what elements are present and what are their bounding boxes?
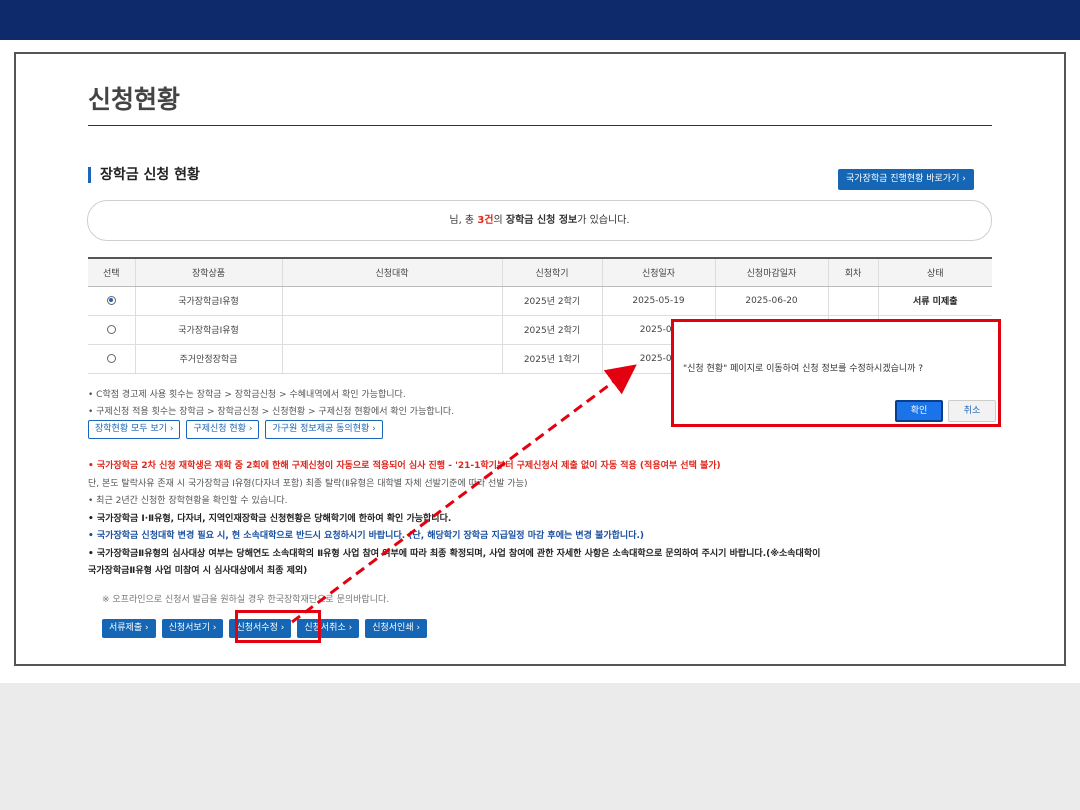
title-divider bbox=[88, 125, 992, 126]
confirm-dialog: "신청 현황" 페이지로 이동하여 신청 정보를 수정하시겠습니까 ? 확인 취… bbox=[671, 319, 1001, 427]
table-header-row: 선택 장학상품 신청대학 신청학기 신청일자 신청마감일자 회차 상태 bbox=[88, 257, 992, 287]
note-line: • 구제신청 적용 횟수는 장학금 > 장학금신청 > 신청현황 > 구제신청 … bbox=[88, 407, 455, 417]
cancel-button[interactable]: 취소 bbox=[948, 400, 996, 422]
table-header: 신청일자 bbox=[601, 257, 715, 287]
table-header: 장학상품 bbox=[134, 257, 282, 287]
note-line: • 국가장학금 2차 신청 재학생은 재학 중 2회에 한해 구제신청이 자동으… bbox=[88, 461, 721, 471]
cell-deadline: 2025-06-20 bbox=[714, 286, 828, 316]
link-buttons: 장학현황 모두 보기 › 구제신청 현황 › 가구원 정보제공 동의현황 › bbox=[88, 420, 383, 439]
cell-university bbox=[281, 286, 502, 316]
cell-product: 국가장학금Ⅰ유형 bbox=[134, 315, 282, 345]
cell-semester: 2025년 2학기 bbox=[501, 315, 602, 345]
note-line: • 국가장학금 Ⅰ·Ⅱ유형, 다자녀, 지역인재장학금 신청현황은 당해학기에 … bbox=[88, 513, 452, 524]
notice-highlight: 장학금 신청 정보 bbox=[505, 215, 578, 226]
table-header: 선택 bbox=[88, 257, 135, 287]
household-consent-button[interactable]: 가구원 정보제공 동의현황 › bbox=[265, 420, 383, 439]
cell-university bbox=[281, 344, 502, 374]
row-select-radio[interactable] bbox=[106, 353, 116, 363]
goto-progress-button[interactable]: 국가장학금 진행현황 바로가기 › bbox=[838, 169, 974, 190]
notice-box: 님, 총 3건의 장학금 신청 정보가 있습니다. bbox=[87, 200, 992, 241]
note-line: 단, 본도 탈락사유 존재 시 국가장학금 Ⅰ유형(다자녀 포함) 최종 탈락(… bbox=[88, 478, 528, 489]
dialog-message: "신청 현황" 페이지로 이동하여 신청 정보를 수정하시겠습니까 ? bbox=[683, 364, 924, 374]
section-title: 장학금 신청 현황 bbox=[88, 167, 200, 183]
cell-product: 주거안정장학금 bbox=[134, 344, 282, 374]
cell-date: 2025-05-19 bbox=[601, 286, 715, 316]
submit-documents-button[interactable]: 서류제출 › bbox=[102, 619, 156, 638]
cell-semester: 2025년 1학기 bbox=[501, 344, 602, 374]
notes-top: • C학점 경고제 사용 횟수는 장학금 > 장학금신청 > 수혜내역에서 확인… bbox=[88, 387, 454, 421]
notice-count: 3건 bbox=[477, 215, 494, 226]
view-all-scholarships-button[interactable]: 장학현황 모두 보기 › bbox=[88, 420, 181, 439]
notes-bottom: • 국가장학금 2차 신청 재학생은 재학 중 2회에 한해 구제신청이 자동으… bbox=[88, 458, 820, 581]
table-row[interactable]: 국가장학금Ⅰ유형 2025년 2학기 2025-05-19 2025-06-20… bbox=[88, 286, 992, 316]
table-header: 신청학기 bbox=[501, 257, 602, 287]
notice-middle: 의 bbox=[493, 215, 506, 226]
cell-round bbox=[827, 286, 878, 316]
table-header: 신청대학 bbox=[281, 257, 502, 287]
confirm-button[interactable]: 확인 bbox=[895, 400, 943, 422]
screenshot-frame: 신청현황 장학금 신청 현황 국가장학금 진행현황 바로가기 › 님, 총 3건… bbox=[14, 52, 1066, 666]
row-select-radio[interactable] bbox=[106, 295, 116, 305]
cell-university bbox=[281, 315, 502, 345]
slide-area: 신청현황 장학금 신청 현황 국가장학금 진행현황 바로가기 › 님, 총 3건… bbox=[0, 40, 1080, 683]
notice-suffix: 가 있습니다. bbox=[577, 215, 630, 226]
table-header: 상태 bbox=[877, 257, 992, 287]
page-title: 신청현황 bbox=[88, 85, 181, 114]
cell-status: 서류 미제출 bbox=[877, 286, 992, 316]
print-application-button[interactable]: 신청서인쇄 › bbox=[365, 619, 428, 638]
view-application-button[interactable]: 신청서보기 › bbox=[161, 619, 224, 638]
relief-status-button[interactable]: 구제신청 현황 › bbox=[186, 420, 260, 439]
table-header: 신청마감일자 bbox=[714, 257, 828, 287]
table-header: 회차 bbox=[827, 257, 878, 287]
top-banner bbox=[0, 0, 1080, 40]
cell-semester: 2025년 2학기 bbox=[501, 286, 602, 316]
note-line: • 국가장학금 신청대학 변경 필요 시, 현 소속대학으로 반드시 요청하시기… bbox=[88, 531, 645, 541]
note-line: • 국가장학금Ⅱ유형의 심사대상 여부는 당해연도 소속대학의 Ⅱ유형 사업 참… bbox=[88, 548, 821, 559]
note-line: • 최근 2년간 신청한 장학현황을 확인할 수 있습니다. bbox=[88, 496, 288, 506]
note-line: 국가장학금Ⅱ유형 사업 미참여 시 심사대상에서 최종 제외) bbox=[88, 566, 308, 576]
cell-product: 국가장학금Ⅰ유형 bbox=[134, 286, 282, 316]
notice-prefix: 님, 총 bbox=[449, 215, 478, 226]
row-select-radio[interactable] bbox=[106, 324, 116, 334]
highlight-box bbox=[235, 610, 321, 643]
note-line: • C학점 경고제 사용 횟수는 장학금 > 장학금신청 > 수혜내역에서 확인… bbox=[88, 390, 406, 400]
offline-note: ※ 오프라인으로 신청서 발급을 원하실 경우 한국장학재단으로 문의바랍니다. bbox=[102, 595, 390, 605]
